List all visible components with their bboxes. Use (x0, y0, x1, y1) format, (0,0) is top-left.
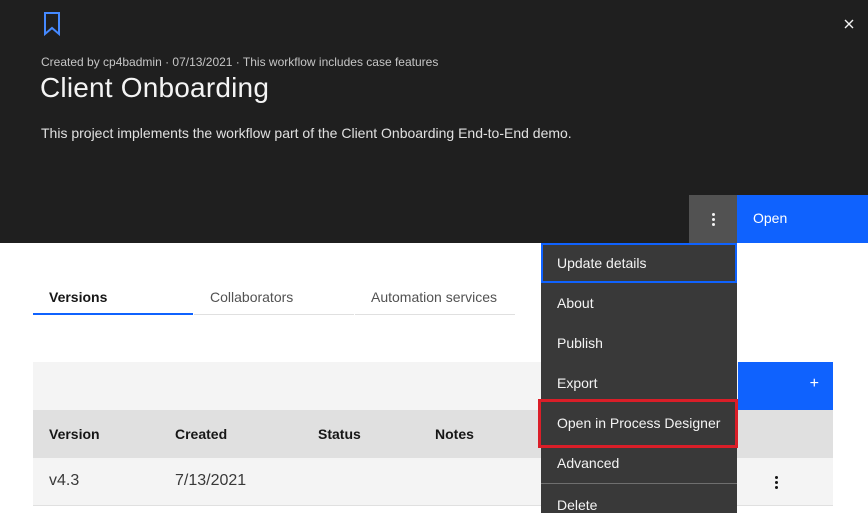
bookmark-icon[interactable] (41, 11, 63, 37)
close-icon[interactable] (840, 15, 858, 33)
column-header-status[interactable]: Status (318, 426, 361, 442)
overflow-menu-button[interactable] (689, 195, 737, 243)
version-cell: v4.3 (49, 472, 80, 489)
tab-automation-services[interactable]: Automation services (355, 280, 515, 315)
overflow-menu-icon (711, 211, 715, 228)
created-cell: 7/13/2021 (175, 472, 247, 489)
tab-versions[interactable]: Versions (33, 280, 193, 315)
tab-collaborators[interactable]: Collaborators (194, 280, 354, 315)
open-button[interactable]: Open (737, 195, 868, 243)
menu-item-delete[interactable]: Delete (541, 483, 737, 513)
project-header: Created by cp4badmin · 07/13/2021 · This… (0, 0, 868, 243)
row-overflow-menu-icon[interactable] (766, 470, 786, 494)
menu-item-update-details[interactable]: Update details (541, 243, 737, 283)
page-title: Client Onboarding (40, 72, 270, 103)
add-icon: + (809, 375, 819, 392)
column-header-version[interactable]: Version (49, 426, 100, 442)
menu-item-publish[interactable]: Publish (541, 323, 737, 363)
add-version-button[interactable]: + (738, 362, 833, 410)
menu-item-advanced[interactable]: Advanced (541, 443, 737, 483)
menu-item-about[interactable]: About (541, 283, 737, 323)
project-meta: Created by cp4badmin · 07/13/2021 · This… (41, 55, 439, 69)
menu-item-export[interactable]: Export (541, 363, 737, 403)
column-header-notes[interactable]: Notes (435, 426, 474, 442)
overflow-menu: Update details About Publish Export Open… (541, 243, 737, 513)
project-description: This project implements the workflow par… (41, 125, 572, 141)
column-header-created[interactable]: Created (175, 426, 227, 442)
menu-item-open-in-process-designer[interactable]: Open in Process Designer (541, 403, 737, 443)
